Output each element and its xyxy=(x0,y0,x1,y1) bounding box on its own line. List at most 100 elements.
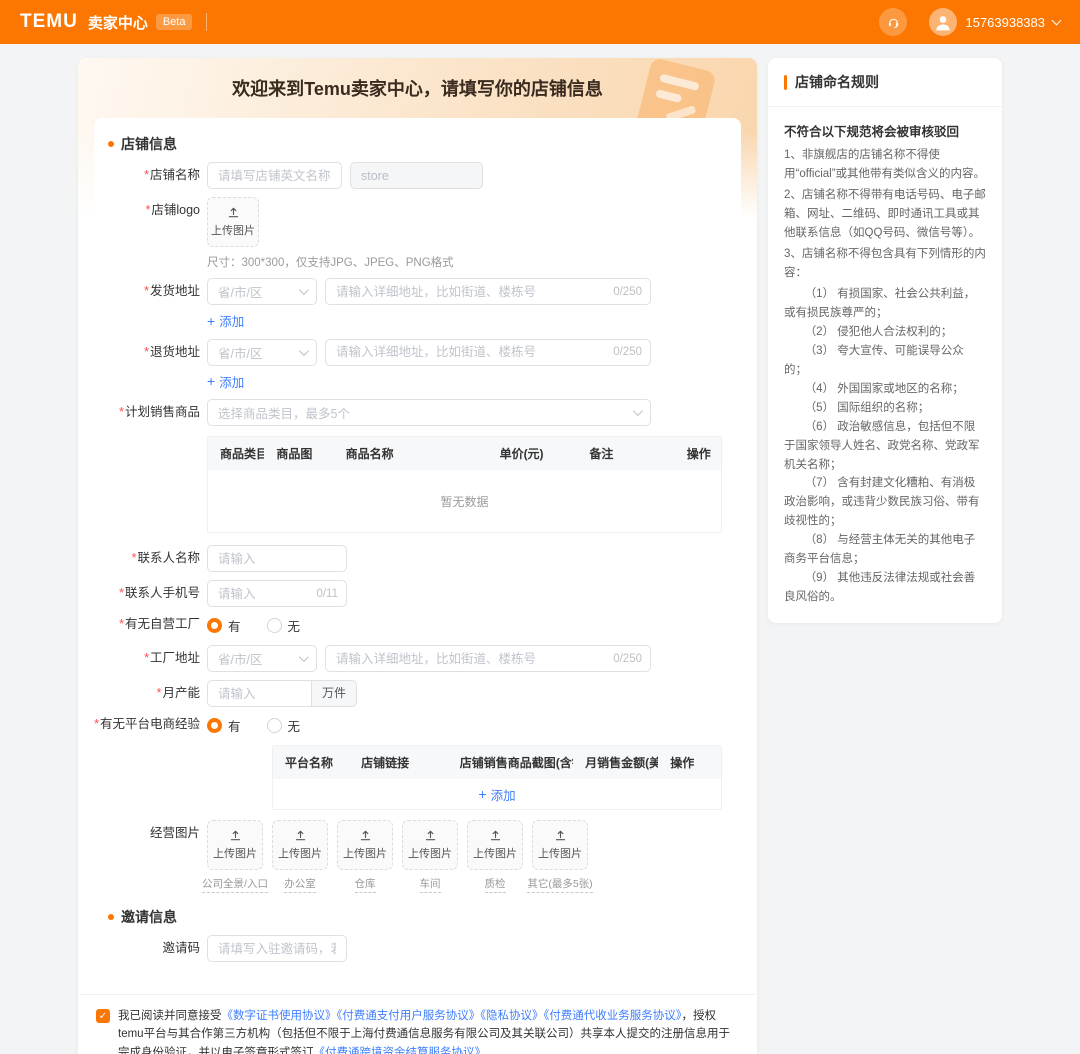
upload-caption: 公司全景/入口 xyxy=(202,876,268,893)
section-title: 店铺信息 xyxy=(121,134,177,154)
account-phone-number[interactable]: 15763938383 xyxy=(965,15,1045,30)
upload-caption: 办公室 xyxy=(284,876,316,893)
section-shop-info: 店铺信息 xyxy=(94,134,741,154)
chevron-down-icon xyxy=(299,652,309,662)
ship-detail-input[interactable] xyxy=(325,278,651,305)
field-shop-name: *店铺名称 xyxy=(94,162,741,189)
logo-upload-button[interactable]: 上传图片 xyxy=(207,197,259,247)
chevron-down-icon xyxy=(299,285,309,295)
upload-caption: 仓库 xyxy=(355,876,376,893)
agreement-link[interactable]: 《付费通代收业务服务协议》 xyxy=(544,1010,682,1022)
agreement-link[interactable]: 《付费通跨境资金结算服务协议》 xyxy=(314,1047,487,1054)
plus-icon: + xyxy=(207,374,215,388)
required-asterisk: * xyxy=(144,284,149,298)
table-column-header: 平台名称 xyxy=(273,746,349,779)
section-title: 邀请信息 xyxy=(121,907,177,927)
contact-phone-input[interactable] xyxy=(207,580,347,607)
factory-yes-radio[interactable]: 有 xyxy=(207,616,241,635)
agreement-link[interactable]: 《数字证书使用协议》 xyxy=(222,1010,337,1022)
field-ship-address: *发货地址 省/市/区 0/250 +添加 xyxy=(94,278,741,331)
upload-icon xyxy=(359,829,372,842)
upload-caption: 其它(最多5张) xyxy=(527,876,592,893)
rule-text: （7） 含有封建文化糟粕、有消极政治影响，或违背少数民族习俗、带有歧视性的； xyxy=(784,474,986,531)
upload-icon xyxy=(229,829,242,842)
rule-text: （2） 侵犯他人合法权利的； xyxy=(784,323,986,342)
panel-title: 店铺命名规则 xyxy=(795,72,879,92)
shop-name-suffix-input xyxy=(350,162,483,189)
table-column-header: 操作 xyxy=(658,746,721,779)
invite-code-input[interactable] xyxy=(207,935,347,962)
field-return-address: *退货地址 省/市/区 0/250 +添加 xyxy=(94,339,741,392)
ecom-no-radio[interactable]: 无 xyxy=(267,716,301,735)
naming-rules-panel: 店铺命名规则 不符合以下规范将会被审核驳回 1、非旗舰店的店铺名称不得使用“of… xyxy=(768,58,1002,623)
upload-image-button[interactable]: 上传图片 xyxy=(532,820,588,870)
return-detail-input[interactable] xyxy=(325,339,651,366)
field-business-images: 经营图片 上传图片 公司全景 xyxy=(94,820,741,893)
required-asterisk: * xyxy=(119,586,124,600)
field-contact-phone: *联系人手机号 0/11 xyxy=(94,580,741,607)
required-asterisk: * xyxy=(144,345,149,359)
ecom-yes-radio[interactable]: 有 xyxy=(207,716,241,735)
contact-name-input[interactable] xyxy=(207,545,347,572)
return-region-select[interactable]: 省/市/区 xyxy=(207,339,317,366)
factory-region-select[interactable]: 省/市/区 xyxy=(207,645,317,672)
field-ecom-experience: *有无平台电商经验 有 无 平台名称店铺链接店铺销售商品截图(含销量)月销售金额… xyxy=(94,715,741,810)
upload-image-button[interactable]: 上传图片 xyxy=(272,820,328,870)
product-category-select[interactable]: 选择商品类目，最多5个 xyxy=(207,399,651,426)
add-platform-link[interactable]: +添加 xyxy=(478,785,515,804)
upload-image-button[interactable]: 上传图片 xyxy=(337,820,393,870)
agreement-link[interactable]: 《隐私协议》 xyxy=(480,1010,543,1022)
upload-caption: 质检 xyxy=(485,876,506,893)
user-avatar[interactable] xyxy=(929,8,957,36)
upload-image-button[interactable]: 上传图片 xyxy=(207,820,263,870)
field-label: *有无平台电商经验 xyxy=(94,715,200,732)
product-table: 商品类目商品图商品名称单价(元)备注操作 暂无数据 xyxy=(207,436,722,533)
table-column-header: 操作 xyxy=(675,437,721,470)
ship-region-select[interactable]: 省/市/区 xyxy=(207,278,317,305)
business-image-tiles: 上传图片 公司全景/入口 上传图片 xyxy=(207,820,741,893)
upload-caption: 车间 xyxy=(420,876,441,893)
factory-detail-input[interactable] xyxy=(325,645,651,672)
headset-icon xyxy=(887,16,900,29)
upload-icon xyxy=(227,206,240,219)
agreement-text: 我已阅读并同意接受 xyxy=(118,1010,222,1022)
agreement-checkbox[interactable]: ✓ xyxy=(96,1009,110,1023)
upload-image-button[interactable]: 上传图片 xyxy=(402,820,458,870)
upload-tile: 上传图片 仓库 xyxy=(337,820,393,893)
table-column-header: 备注 xyxy=(577,437,674,470)
plus-icon: + xyxy=(478,787,486,801)
page-title: 欢迎来到Temu卖家中心，请填写你的店铺信息 xyxy=(78,58,757,118)
header-divider xyxy=(206,13,207,31)
required-asterisk: * xyxy=(132,551,137,565)
required-asterisk: * xyxy=(94,717,99,731)
rule-text: （5） 国际组织的名称； xyxy=(784,399,986,418)
app-title: 卖家中心 xyxy=(88,12,148,33)
plus-icon: + xyxy=(207,314,215,328)
factory-no-radio[interactable]: 无 xyxy=(267,616,301,635)
field-own-factory: *有无自营工厂 有 无 xyxy=(94,615,741,635)
add-ship-address-link[interactable]: +添加 xyxy=(207,311,244,330)
chevron-down-icon[interactable] xyxy=(1052,16,1062,26)
shop-name-input[interactable] xyxy=(207,162,342,189)
empty-state: 暂无数据 xyxy=(208,470,721,532)
rule-text: （8） 与经营主体无关的其他电子商务平台信息； xyxy=(784,531,986,569)
table-column-header: 商品名称 xyxy=(334,437,488,470)
store-info-card: 欢迎来到Temu卖家中心，请填写你的店铺信息 店铺信息 *店铺名称 *店铺log… xyxy=(78,58,757,1054)
upload-image-button[interactable]: 上传图片 xyxy=(467,820,523,870)
field-label: *店铺名称 xyxy=(94,162,200,183)
field-label: 经营图片 xyxy=(94,820,200,841)
user-icon xyxy=(933,12,953,32)
field-label: *联系人名称 xyxy=(94,545,200,566)
rule-text: （3） 夸大宣传、可能误导公众的； xyxy=(784,342,986,380)
rules-subtitle: 不符合以下规范将会被审核驳回 xyxy=(784,121,986,140)
agreement-link[interactable]: 《付费通支付用户服务协议》 xyxy=(337,1010,481,1022)
field-shop-logo: *店铺logo 上传图片 尺寸：300*300，仅支持JPG、JPEG、PNG格… xyxy=(94,197,741,270)
capacity-input[interactable] xyxy=(207,680,312,707)
table-column-header: 商品类目 xyxy=(208,437,264,470)
upload-tile: 上传图片 其它(最多5张) xyxy=(532,820,588,893)
upload-icon xyxy=(424,829,437,842)
radio-checked-icon xyxy=(207,618,222,633)
support-button[interactable] xyxy=(879,8,907,36)
add-return-address-link[interactable]: +添加 xyxy=(207,372,244,391)
field-label: *店铺logo xyxy=(94,197,200,218)
